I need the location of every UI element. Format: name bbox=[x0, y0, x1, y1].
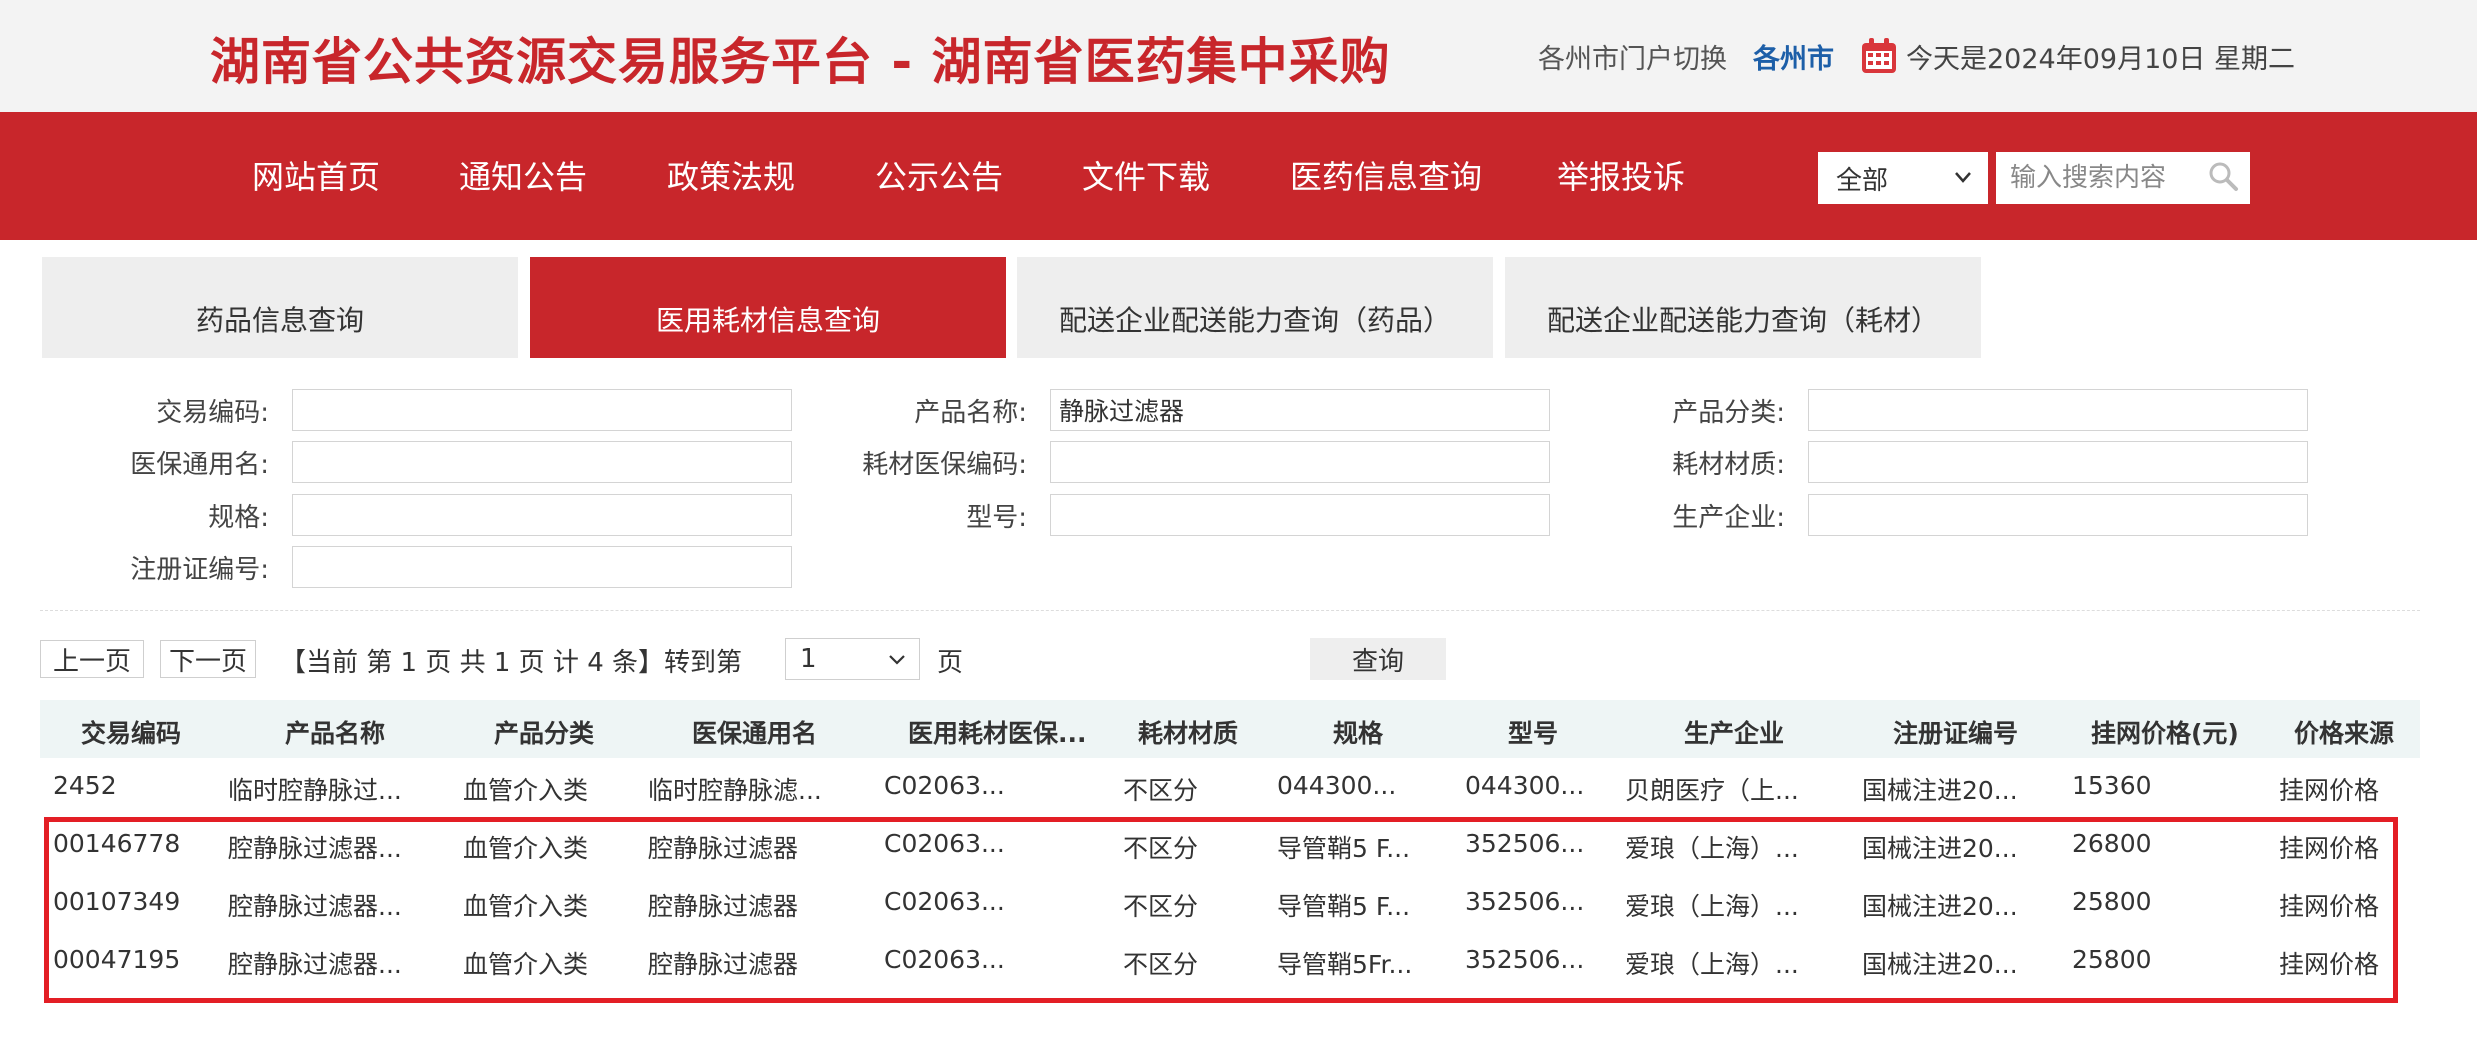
highlight-box bbox=[44, 817, 2398, 1003]
page-select[interactable]: 1 bbox=[785, 638, 920, 680]
col-model[interactable]: 型号 bbox=[1508, 714, 1558, 750]
calendar-icon bbox=[1860, 37, 1898, 75]
next-page-button[interactable]: 下一页 bbox=[160, 640, 256, 678]
city-switch-link[interactable]: 各州市 bbox=[1753, 37, 1834, 76]
search-button[interactable] bbox=[2196, 152, 2250, 204]
chevron-down-icon bbox=[885, 647, 909, 678]
manufacturer-label: 生产企业: bbox=[1672, 503, 1785, 533]
insurance-name-input[interactable] bbox=[292, 441, 792, 483]
insurance-name-label: 医保通用名: bbox=[130, 450, 269, 480]
cell-consumable-code: C02063... bbox=[884, 771, 1005, 800]
tab-label: 配送企业配送能力查询（药品） bbox=[1058, 303, 1451, 337]
model-input[interactable] bbox=[1050, 494, 1550, 536]
cell-price-source: 挂网价格 bbox=[2279, 776, 2380, 805]
prev-page-button[interactable]: 上一页 bbox=[40, 640, 144, 678]
model-label: 型号: bbox=[966, 503, 1027, 533]
table-row[interactable]: 2452 临时腔静脉过... 血管介入类 临时腔静脉滤... C02063...… bbox=[40, 757, 2420, 815]
col-price[interactable]: 挂网价格(元) bbox=[2091, 714, 2239, 750]
col-category[interactable]: 产品分类 bbox=[494, 714, 594, 750]
reg-no-input[interactable] bbox=[292, 546, 792, 588]
col-spec[interactable]: 规格 bbox=[1333, 714, 1383, 750]
material-label: 耗材材质: bbox=[1672, 450, 1785, 480]
page-select-value: 1 bbox=[800, 644, 817, 674]
col-price-source[interactable]: 价格来源 bbox=[2294, 714, 2394, 750]
cell-category: 血管介入类 bbox=[463, 776, 589, 805]
col-material[interactable]: 耗材材质 bbox=[1138, 714, 1238, 750]
col-insurance-name[interactable]: 医保通用名 bbox=[692, 714, 817, 750]
cell-manufacturer: 贝朗医疗（上... bbox=[1625, 776, 1799, 805]
page-suffix: 页 bbox=[937, 648, 964, 678]
site-title: 湖南省公共资源交易服务平台 - 湖南省医药集中采购 bbox=[210, 33, 1391, 91]
tab-drug-info[interactable]: 药品信息查询 bbox=[42, 257, 518, 358]
nav-report-complaint[interactable]: 举报投诉 bbox=[1557, 152, 1685, 198]
pagination-info: 【当前 第 1 页 共 1 页 计 4 条】转到第 bbox=[280, 648, 743, 678]
reg-no-label: 注册证编号: bbox=[130, 555, 269, 585]
query-button[interactable]: 查询 bbox=[1310, 638, 1446, 680]
tab-distribution-drug[interactable]: 配送企业配送能力查询（药品） bbox=[1017, 257, 1493, 358]
search-scope-value: 全部 bbox=[1836, 165, 1889, 196]
trade-code-label: 交易编码: bbox=[156, 398, 269, 428]
spec-input[interactable] bbox=[292, 494, 792, 536]
top-header: 湖南省公共资源交易服务平台 - 湖南省医药集中采购 各州市门户切换 各州市 今天… bbox=[0, 0, 2477, 112]
col-reg-no[interactable]: 注册证编号 bbox=[1893, 714, 2018, 750]
search-scope-select[interactable]: 全部 bbox=[1818, 152, 1988, 204]
tab-consumable-info[interactable]: 医用耗材信息查询 bbox=[530, 257, 1006, 358]
nav-notices[interactable]: 通知公告 bbox=[459, 152, 587, 198]
top-right-info: 各州市门户切换 各州市 今天是2024年09月10日 星期二 bbox=[1538, 34, 2295, 78]
search-input[interactable] bbox=[1996, 152, 2196, 204]
cell-product-name[interactable]: 临时腔静脉过... bbox=[228, 771, 402, 807]
consumable-code-label: 耗材医保编码: bbox=[862, 450, 1027, 480]
main-navbar: 网站首页 通知公告 政策法规 公示公告 文件下载 医药信息查询 举报投诉 全部 bbox=[0, 112, 2477, 240]
tab-label: 药品信息查询 bbox=[195, 303, 364, 337]
cell-spec: 044300... bbox=[1277, 771, 1397, 800]
product-name-input[interactable] bbox=[1050, 389, 1550, 431]
nav-announcements[interactable]: 公示公告 bbox=[875, 152, 1003, 198]
manufacturer-input[interactable] bbox=[1808, 494, 2308, 536]
portal-switch-label: 各州市门户切换 bbox=[1538, 43, 1727, 75]
cell-model: 044300... bbox=[1465, 771, 1585, 800]
col-consumable-code[interactable]: 医用耗材医保... bbox=[908, 714, 1087, 750]
col-trade-code[interactable]: 交易编码 bbox=[81, 714, 181, 750]
col-product-name[interactable]: 产品名称 bbox=[285, 714, 385, 750]
cell-insurance-name: 临时腔静脉滤... bbox=[648, 776, 822, 805]
date-text: 今天是2024年09月10日 星期二 bbox=[1906, 43, 2296, 75]
category-label: 产品分类: bbox=[1672, 398, 1785, 428]
cell-trade-code: 2452 bbox=[53, 771, 117, 800]
cell-reg-no: 国械注进20... bbox=[1862, 776, 2018, 805]
category-input[interactable] bbox=[1808, 389, 2308, 431]
tab-label: 配送企业配送能力查询（耗材） bbox=[1546, 303, 1939, 337]
product-name-label: 产品名称: bbox=[914, 398, 1027, 428]
spec-label: 规格: bbox=[208, 503, 269, 533]
nav-drug-info-query[interactable]: 医药信息查询 bbox=[1290, 152, 1482, 198]
chevron-down-icon bbox=[1950, 164, 1976, 197]
tab-distribution-consumable[interactable]: 配送企业配送能力查询（耗材） bbox=[1505, 257, 1981, 358]
nav-downloads[interactable]: 文件下载 bbox=[1082, 152, 1210, 198]
consumable-code-input[interactable] bbox=[1050, 441, 1550, 483]
table-header: 交易编码 产品名称 产品分类 医保通用名 医用耗材医保... 耗材材质 规格 型… bbox=[40, 700, 2420, 758]
divider bbox=[40, 610, 2420, 611]
nav-policies[interactable]: 政策法规 bbox=[667, 152, 795, 198]
cell-material: 不区分 bbox=[1123, 776, 1199, 805]
col-manufacturer[interactable]: 生产企业 bbox=[1684, 714, 1784, 750]
cell-price: 15360 bbox=[2072, 771, 2152, 800]
tab-label: 医用耗材信息查询 bbox=[655, 303, 880, 337]
nav-home[interactable]: 网站首页 bbox=[252, 152, 380, 198]
trade-code-input[interactable] bbox=[292, 389, 792, 431]
material-input[interactable] bbox=[1808, 441, 2308, 483]
search-icon bbox=[2207, 160, 2239, 196]
